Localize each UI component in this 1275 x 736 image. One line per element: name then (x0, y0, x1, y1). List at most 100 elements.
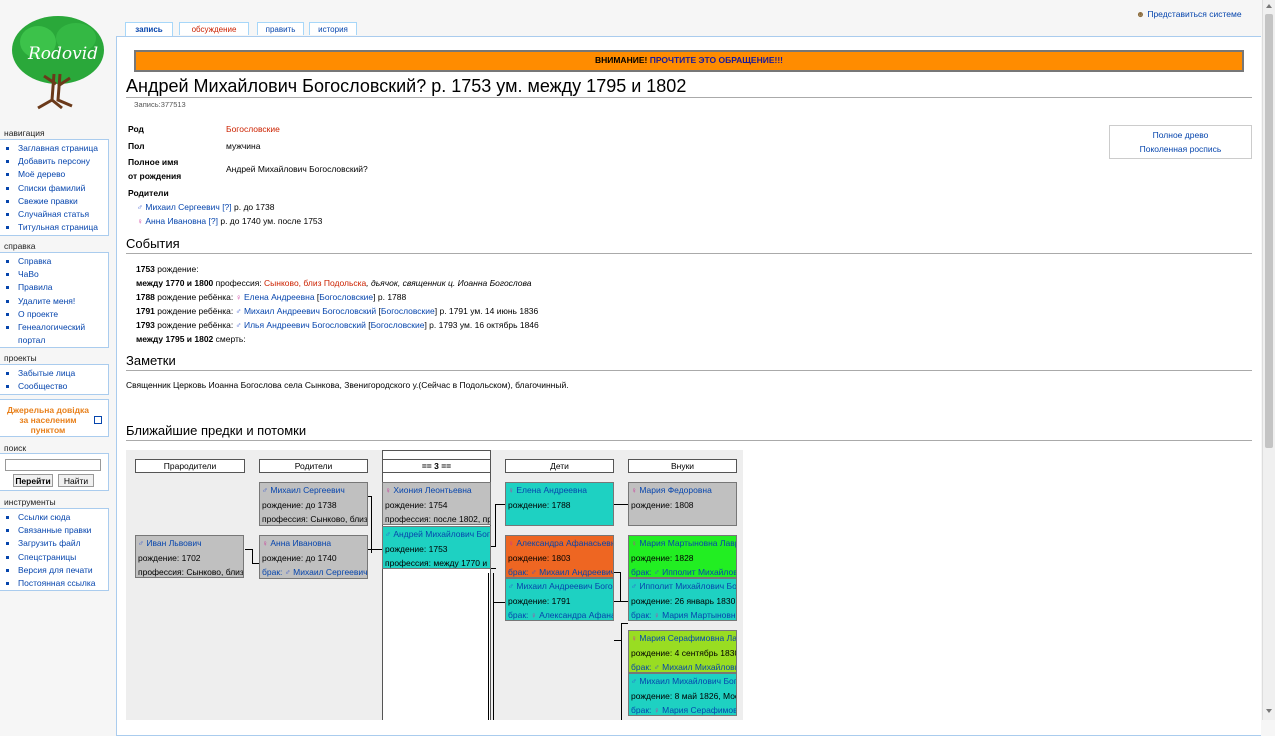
father-link[interactable]: Михаил Сергеевич (145, 202, 219, 212)
male-icon: ♂ (138, 539, 144, 548)
person-card-self[interactable]: ♂ Андрей Михайлович Богословский рождени… (382, 526, 491, 569)
search-portlet: Перейти Найти (0, 453, 109, 491)
nav-item[interactable]: Случайная статья (18, 208, 108, 221)
nav-item[interactable]: Титульная страница (18, 221, 108, 234)
help-item[interactable]: Справка (18, 255, 108, 268)
male-icon: ♂ (235, 307, 242, 316)
tools-item[interactable]: Постоянная ссылка (18, 577, 108, 590)
person-card[interactable]: ♂ Ипполит Михайлович Богословский рожден… (628, 578, 737, 621)
notice-link[interactable]: ПРОЧТИТЕ ЭТО ОБРАЩЕНИЕ!!! (650, 55, 783, 65)
full-tree-link[interactable]: Полное древо (1110, 128, 1251, 142)
event-row: 1793 рождение ребёнка: ♂ Илья Андреевич … (136, 320, 539, 330)
scroll-up-icon[interactable] (1266, 4, 1272, 8)
nav-item[interactable]: Моё дерево (18, 168, 108, 181)
col-header-parents: Родители (259, 459, 368, 473)
female-icon: ♀ (631, 634, 637, 643)
rod-link[interactable]: Богословские (226, 124, 280, 134)
divider (126, 253, 1252, 254)
tools-heading: инструменты (4, 497, 56, 507)
place-link[interactable]: Сынково, близ Подольска (264, 278, 366, 288)
search-input[interactable] (5, 459, 101, 471)
person-card[interactable]: ♂ Михаил Михайлович Богословский рождени… (628, 673, 737, 716)
mother-link[interactable]: Анна Ивановна (145, 216, 206, 226)
col-header-grandchildren: Внуки (628, 459, 737, 473)
person-card[interactable]: ♀ Мария Мартыновна Лаврова рождение: 182… (628, 535, 737, 578)
parents-label: Родители (128, 188, 169, 198)
projects-item[interactable]: Забытые лица (18, 367, 108, 380)
event-row: 1753 рождение: (136, 264, 199, 274)
nav-portlet: Заглавная страница Добавить персону Моё … (0, 139, 109, 236)
male-icon: ♂ (235, 321, 242, 330)
fullname-value: Андрей Михайлович Богословский? (226, 164, 368, 174)
search-heading: поиск (4, 443, 27, 453)
scroll-down-icon[interactable] (1266, 709, 1272, 713)
tree-links-box: Полное древо Поколенная роспись (1109, 125, 1252, 159)
event-row: между 1795 и 1802 смерть: (136, 334, 246, 344)
tree-connector (495, 504, 505, 505)
mother-row: ♀ Анна Ивановна [?] р. до 1740 ум. после… (137, 216, 323, 226)
person-card[interactable]: ♂ Михаил Сергеевич рождение: до 1738 про… (259, 482, 368, 526)
tab-history[interactable]: история (309, 22, 357, 35)
female-icon: ♀ (653, 706, 660, 715)
generations-link[interactable]: Поколенная роспись (1110, 142, 1251, 156)
login-link[interactable]: ☻ Представиться системе (1136, 9, 1242, 19)
tools-item[interactable]: Загрузить файл (18, 537, 108, 550)
tab-article[interactable]: запись (125, 22, 173, 36)
person-card[interactable]: ♀ Анна Ивановна рождение: до 1740 брак: … (259, 535, 368, 579)
tools-item[interactable]: Версия для печати (18, 564, 108, 577)
tools-item[interactable]: Ссылки сюда (18, 511, 108, 524)
help-item[interactable]: Генеалогический портал (18, 321, 108, 347)
female-icon: ♀ (530, 611, 537, 620)
help-item[interactable]: Правила (18, 281, 108, 294)
nav-item[interactable]: Заглавная страница (18, 142, 108, 155)
col-header-children: Дети (505, 459, 614, 473)
tree-connector (491, 568, 496, 569)
search-button[interactable]: Найти (58, 474, 94, 487)
divider (126, 97, 1252, 98)
events-heading: События (126, 236, 180, 251)
event-row: между 1770 и 1800 профессия: Сынково, бл… (136, 278, 532, 288)
projects-item[interactable]: Сообщество (18, 380, 108, 393)
female-icon: ♀ (385, 486, 391, 495)
tools-item[interactable]: Спецстраницы (18, 551, 108, 564)
fullname-label-2: от рождения (128, 171, 182, 181)
tab-edit[interactable]: править (257, 22, 304, 35)
djerelna-link[interactable]: Джерельна довідка за населеним пунктом (0, 399, 109, 437)
scrollbar-thumb[interactable] (1265, 14, 1273, 448)
person-card[interactable]: ♀ Елена Андреевна рождение: 1788 (505, 482, 614, 526)
family-tree: Прародители Родители == 3 == Дети Внуки … (126, 450, 743, 720)
tree-connector (493, 602, 505, 603)
event-row: 1791 рождение ребёнка: ♂ Михаил Андрееви… (136, 306, 539, 316)
divider (126, 440, 1252, 441)
projects-heading: проекты (4, 353, 37, 363)
projects-portlet: Забытые лица Сообщество (0, 364, 109, 395)
person-card[interactable]: ♀ Мария Федоровна рождение: 1808 (628, 482, 737, 526)
rodovid-logo[interactable]: Rodovid (8, 14, 108, 112)
tools-portlet: Ссылки сюда Связанные правки Загрузить ф… (0, 508, 109, 591)
help-item[interactable]: ЧаВо (18, 268, 108, 281)
tree-connector (368, 549, 382, 550)
help-heading: справка (4, 241, 36, 251)
nav-item[interactable]: Добавить персону (18, 155, 108, 168)
nav-item[interactable]: Списки фамилий (18, 182, 108, 195)
nav-item[interactable]: Свежие правки (18, 195, 108, 208)
male-icon: ♂ (508, 582, 514, 591)
col-header-grandparents: Прародители (135, 459, 245, 473)
female-icon: ♀ (631, 539, 637, 548)
tree-heading: Ближайшие предки и потомки (126, 423, 307, 438)
tab-discussion[interactable]: обсуждение (179, 22, 249, 35)
go-button[interactable]: Перейти (13, 474, 53, 487)
rod-label: Род (128, 124, 144, 134)
female-icon: ♀ (508, 486, 514, 495)
person-card[interactable]: ♂ Михаил Андреевич Богословский рождение… (505, 578, 614, 621)
person-card[interactable]: ♀ Александра Афанасьевна рождение: 1803 … (505, 535, 614, 578)
person-card[interactable]: ♀ Мария Серафимовна Лаврова рождение: 4 … (628, 630, 737, 673)
person-card[interactable]: ♀ Хиония Леонтьевна рождение: 1754 профе… (382, 482, 491, 525)
help-item[interactable]: О проекте (18, 308, 108, 321)
help-item[interactable]: Удалите меня! (18, 295, 108, 308)
tree-connector (493, 573, 494, 720)
vertical-scrollbar[interactable] (1262, 0, 1275, 720)
female-icon: ♀ (235, 293, 242, 302)
tools-item[interactable]: Связанные правки (18, 524, 108, 537)
person-card[interactable]: ♂ Иван Львович рождение: 1702 профессия:… (135, 535, 244, 578)
